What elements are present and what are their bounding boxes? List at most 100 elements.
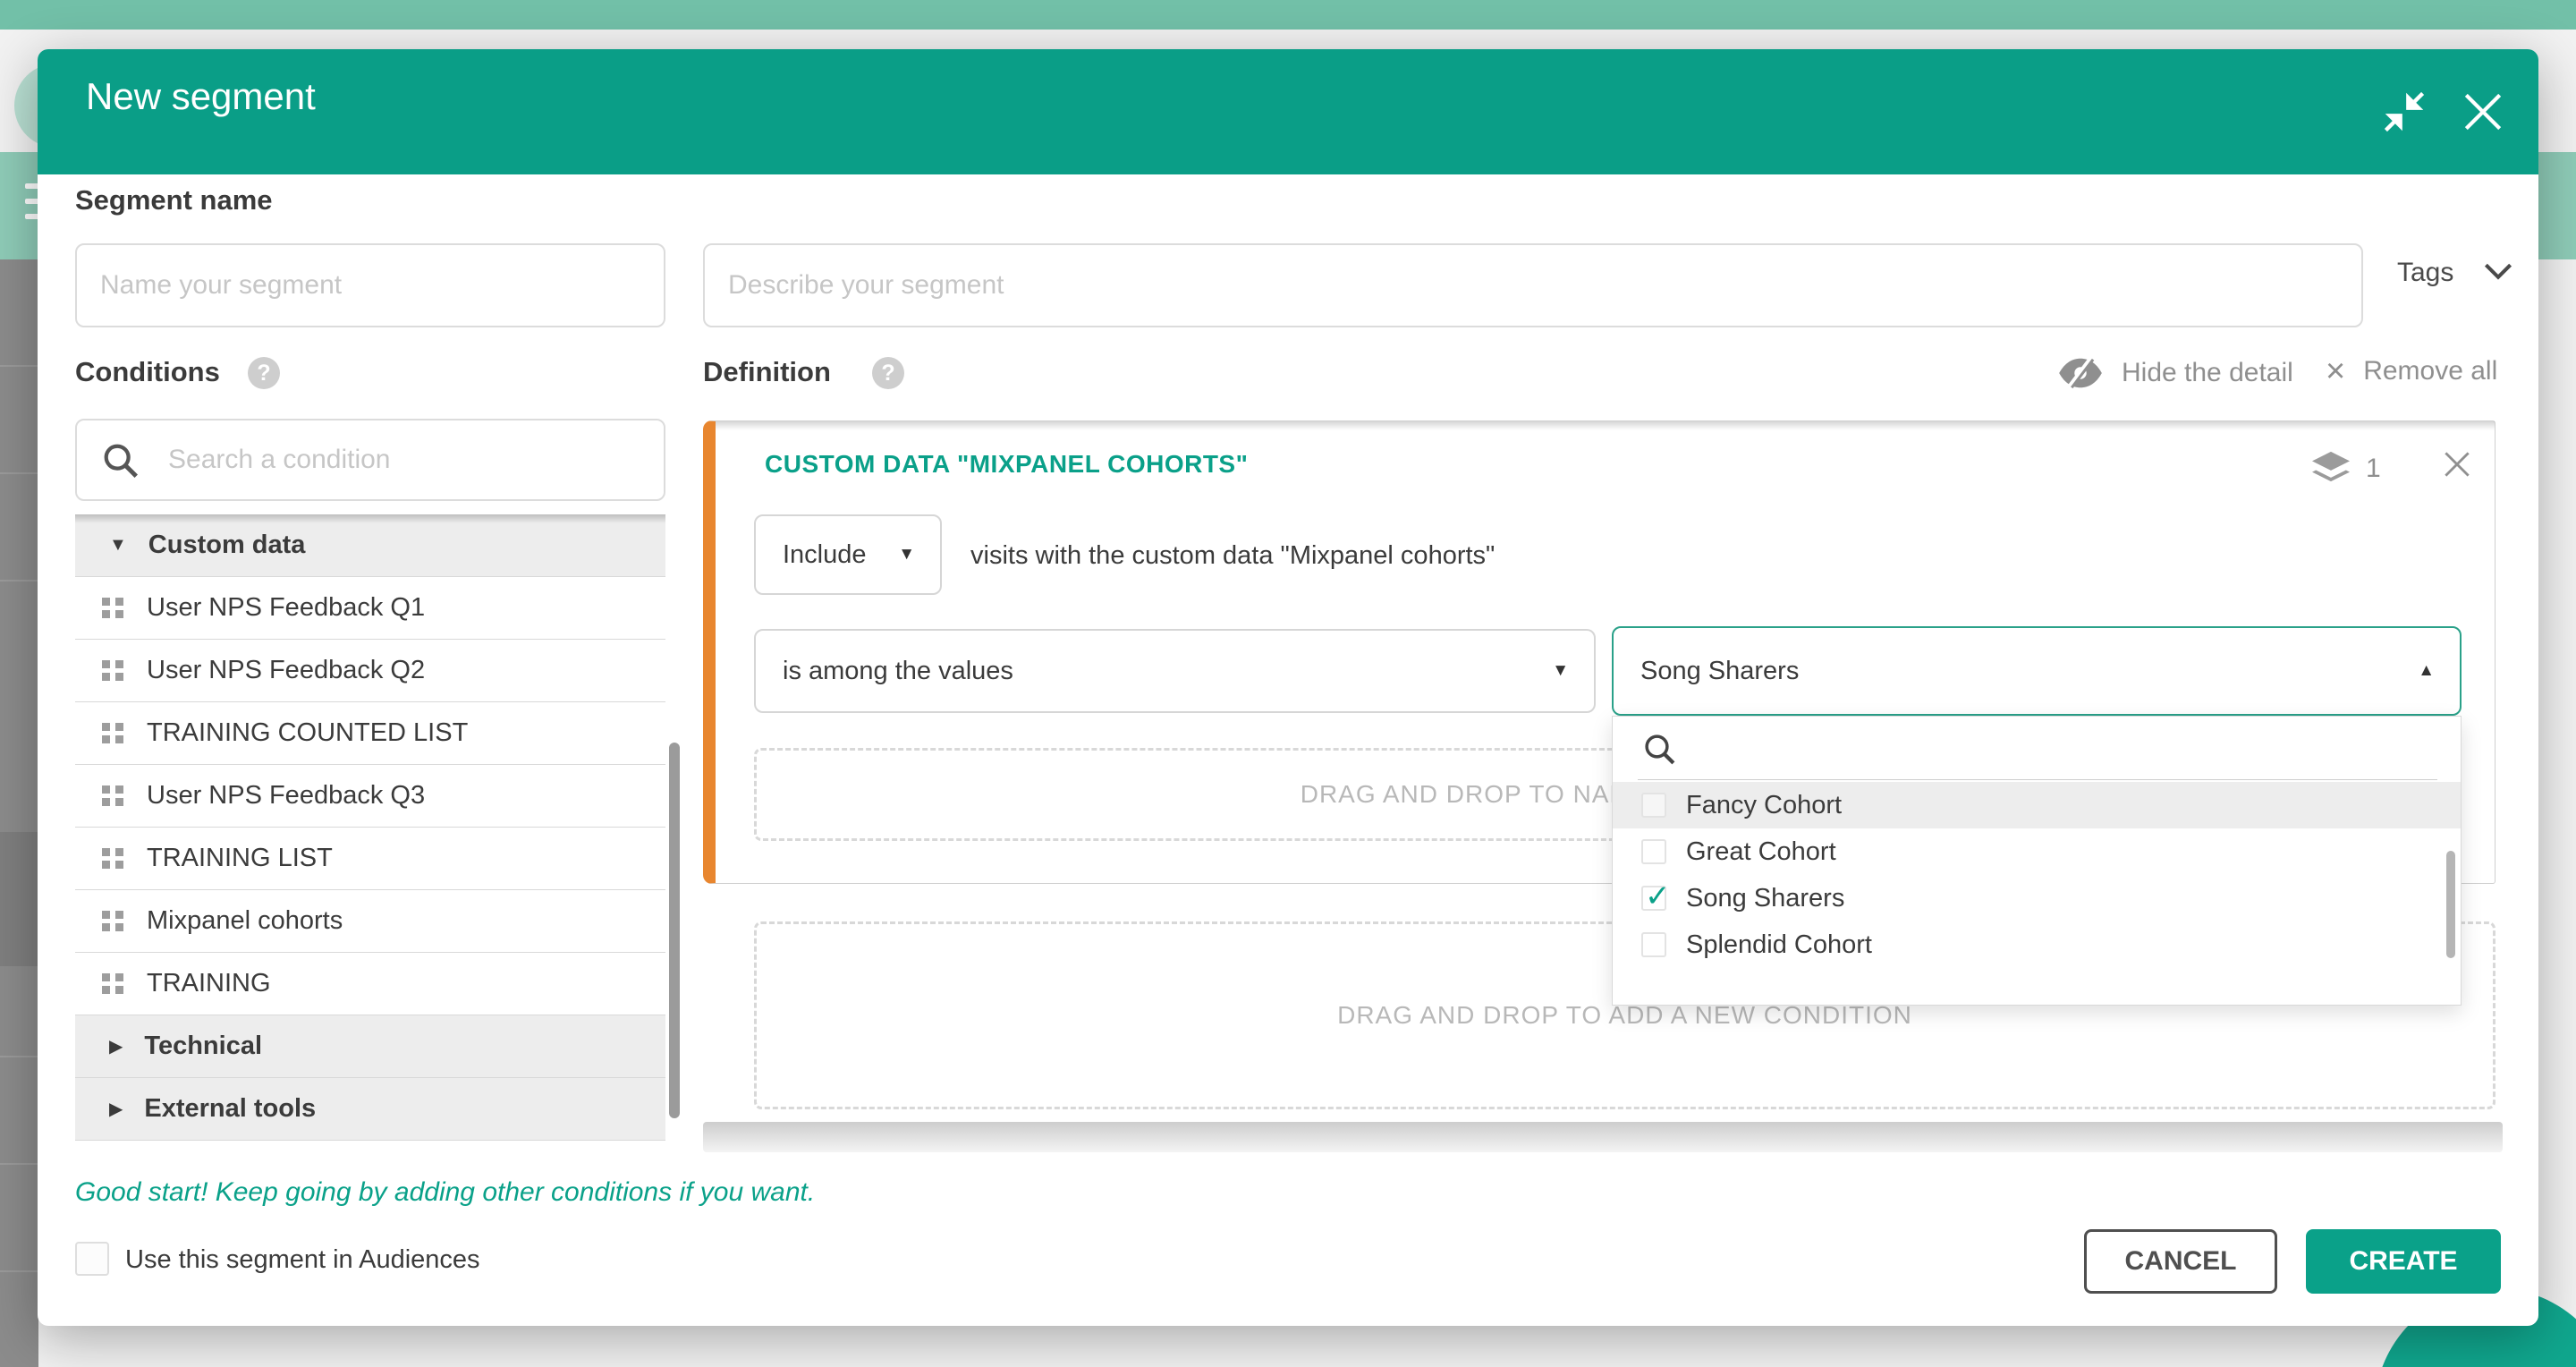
cohort-option-label: Fancy Cohort bbox=[1686, 791, 1842, 820]
checkbox-checked[interactable]: ✓ bbox=[1641, 886, 1666, 911]
operator-select[interactable]: is among the values ▼ bbox=[754, 629, 1596, 713]
condition-item-label: User NPS Feedback Q3 bbox=[147, 781, 425, 811]
condition-item[interactable]: Mixpanel cohorts bbox=[75, 890, 665, 953]
group-label: Technical bbox=[144, 1032, 262, 1061]
caret-down-icon: ▼ bbox=[1552, 661, 1569, 681]
condition-item[interactable]: TRAINING bbox=[75, 953, 665, 1015]
search-icon bbox=[1641, 731, 1679, 768]
cohort-option-label: Song Sharers bbox=[1686, 884, 1844, 913]
checkbox-unchecked[interactable] bbox=[1641, 932, 1666, 957]
horizontal-scrollbar[interactable] bbox=[703, 1122, 2503, 1152]
help-icon[interactable]: ? bbox=[872, 357, 904, 389]
layers-icon bbox=[2310, 450, 2351, 488]
sidebar-active-item bbox=[0, 832, 38, 966]
modal-title: New segment bbox=[86, 75, 316, 118]
audiences-checkbox-label: Use this segment in Audiences bbox=[125, 1245, 480, 1275]
drag-handle-icon[interactable] bbox=[102, 848, 123, 869]
condition-item-label: TRAINING COUNTED LIST bbox=[147, 718, 468, 748]
checkbox-unchecked[interactable] bbox=[1641, 793, 1666, 818]
cohort-option-fancy-cohort[interactable]: Fancy Cohort bbox=[1613, 782, 2461, 828]
search-icon bbox=[100, 440, 141, 481]
eye-off-icon bbox=[2057, 354, 2104, 392]
vertical-scrollbar-thumb[interactable] bbox=[2446, 851, 2455, 958]
segment-name-label: Segment name bbox=[75, 184, 273, 217]
caret-down-icon: ▼ bbox=[898, 545, 915, 565]
layer-count: 1 bbox=[2366, 454, 2381, 484]
condition-search-input[interactable] bbox=[75, 419, 665, 501]
caret-right-icon: ▶ bbox=[109, 1035, 123, 1057]
value-select-value: Song Sharers bbox=[1640, 657, 1799, 686]
help-icon[interactable]: ? bbox=[248, 357, 280, 389]
caret-down-icon: ▼ bbox=[109, 535, 127, 556]
drag-handle-icon[interactable] bbox=[102, 660, 123, 681]
modal-header bbox=[38, 49, 2538, 174]
screen: New segment Segment name Tags Conditions… bbox=[0, 0, 2576, 1367]
cohort-option-label: Great Cohort bbox=[1686, 837, 1836, 867]
drag-handle-icon[interactable] bbox=[102, 723, 123, 743]
cohort-option-great-cohort[interactable]: Great Cohort bbox=[1613, 828, 2461, 875]
checkbox-unchecked[interactable] bbox=[1641, 839, 1666, 864]
definition-label: Definition bbox=[703, 356, 831, 388]
collapse-icon[interactable] bbox=[2381, 89, 2428, 135]
condition-item-label: TRAINING bbox=[147, 969, 271, 998]
builder-hint: Good start! Keep going by adding other c… bbox=[75, 1177, 815, 1208]
caret-up-icon: ▲ bbox=[2418, 661, 2435, 681]
value-select[interactable]: Song Sharers ▲ bbox=[1612, 626, 2462, 716]
include-select[interactable]: Include ▼ bbox=[754, 514, 942, 595]
include-value: Include bbox=[783, 540, 867, 570]
caret-right-icon: ▶ bbox=[109, 1098, 123, 1120]
cohort-option-splendid-cohort[interactable]: Splendid Cohort bbox=[1613, 921, 2461, 968]
cohort-option-song-sharers[interactable]: ✓ Song Sharers bbox=[1613, 875, 2461, 921]
condition-item-label: User NPS Feedback Q1 bbox=[147, 593, 425, 623]
condition-item[interactable]: User NPS Feedback Q3 bbox=[75, 765, 665, 828]
condition-card-title: CUSTOM DATA "MIXPANEL COHORTS" bbox=[765, 450, 1248, 479]
cancel-button[interactable]: CANCEL bbox=[2084, 1229, 2277, 1294]
condition-item-label: TRAINING LIST bbox=[147, 844, 333, 873]
condition-item[interactable]: TRAINING COUNTED LIST bbox=[75, 702, 665, 765]
group-label: External tools bbox=[144, 1094, 316, 1124]
tags-dropdown[interactable]: Tags bbox=[2397, 258, 2513, 288]
condition-group-custom-data[interactable]: ▼ Custom data bbox=[75, 514, 665, 577]
cohort-option-list: Fancy Cohort Great Cohort ✓ Song Sharers Spl… bbox=[1613, 782, 2461, 968]
close-icon[interactable] bbox=[2458, 87, 2508, 137]
remove-condition-icon[interactable] bbox=[2440, 447, 2476, 483]
condition-item-label: User NPS Feedback Q2 bbox=[147, 656, 425, 685]
sidebar-header bbox=[0, 152, 38, 259]
value-dropdown-panel: Fancy Cohort Great Cohort ✓ Song Sharers Spl… bbox=[1612, 716, 2462, 1006]
divider bbox=[1638, 779, 2437, 780]
app-top-bar bbox=[0, 0, 2576, 30]
create-button[interactable]: CREATE bbox=[2306, 1229, 2501, 1294]
cohort-option-label: Splendid Cohort bbox=[1686, 930, 1872, 960]
hide-detail-button[interactable]: Hide the detail bbox=[2057, 354, 2293, 392]
check-icon: ✓ bbox=[1645, 879, 1671, 914]
operator-value: is among the values bbox=[783, 657, 1013, 686]
chevron-down-icon bbox=[2483, 261, 2513, 281]
audiences-checkbox[interactable] bbox=[75, 1242, 109, 1276]
drag-handle-icon[interactable] bbox=[102, 785, 123, 806]
condition-item-label: Mixpanel cohorts bbox=[147, 906, 343, 936]
segment-name-input[interactable] bbox=[75, 243, 665, 327]
hide-detail-label: Hide the detail bbox=[2122, 358, 2293, 388]
condition-search bbox=[75, 419, 665, 501]
condition-item[interactable]: TRAINING LIST bbox=[75, 828, 665, 890]
condition-item[interactable]: User NPS Feedback Q2 bbox=[75, 640, 665, 702]
remove-all-button[interactable]: × Remove all bbox=[2326, 354, 2497, 388]
layer-indicator: 1 bbox=[2310, 450, 2381, 488]
condition-item[interactable]: User NPS Feedback Q1 bbox=[75, 577, 665, 640]
close-icon: × bbox=[2326, 354, 2345, 388]
condition-sentence: visits with the custom data "Mixpanel co… bbox=[970, 541, 1495, 571]
remove-all-label: Remove all bbox=[2363, 356, 2497, 386]
drag-handle-icon[interactable] bbox=[102, 973, 123, 994]
condition-group-external-tools[interactable]: ▶ External tools bbox=[75, 1078, 665, 1141]
condition-group-technical[interactable]: ▶ Technical bbox=[75, 1015, 665, 1078]
segment-description-input[interactable] bbox=[703, 243, 2363, 327]
page-subheader-strip bbox=[2538, 152, 2576, 259]
drag-handle-icon[interactable] bbox=[102, 911, 123, 931]
app-sidebar bbox=[0, 259, 38, 1367]
tags-label: Tags bbox=[2397, 258, 2453, 287]
vertical-scrollbar-thumb[interactable] bbox=[669, 743, 680, 1118]
group-label: Custom data bbox=[148, 531, 306, 560]
conditions-label: Conditions bbox=[75, 356, 220, 388]
drag-handle-icon[interactable] bbox=[102, 598, 123, 618]
condition-list: ▼ Custom data User NPS Feedback Q1 User NPS… bbox=[75, 514, 665, 1141]
